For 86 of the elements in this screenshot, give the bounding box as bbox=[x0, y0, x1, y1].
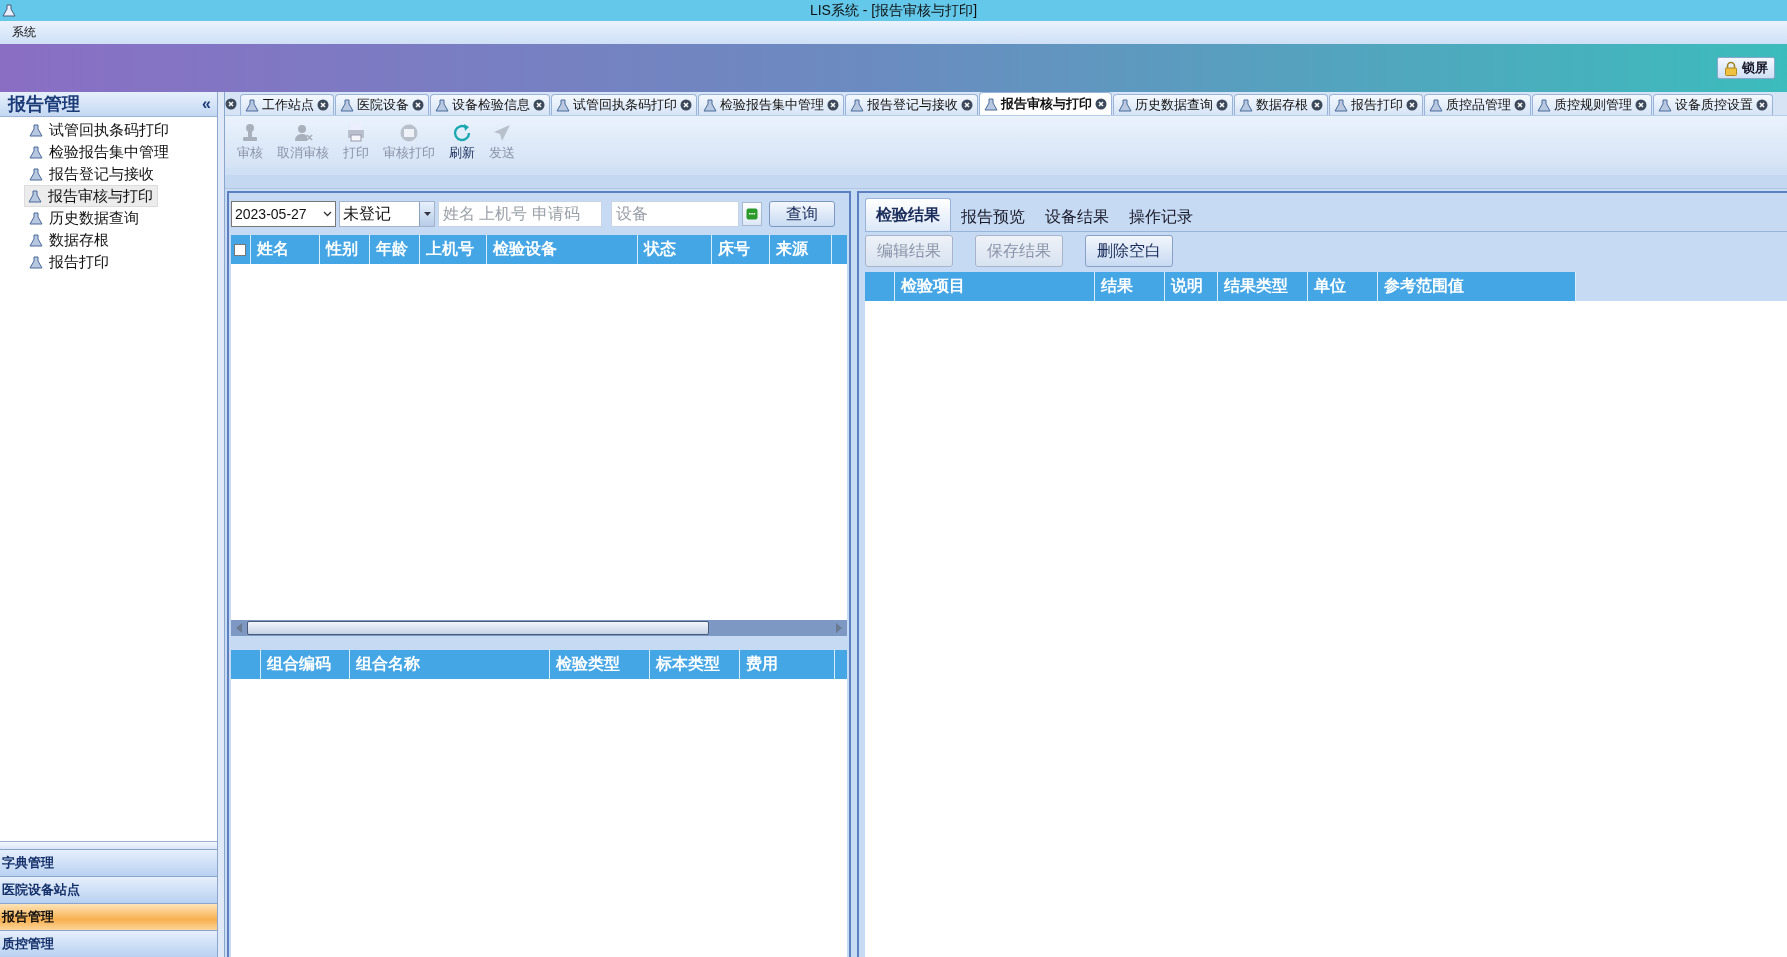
tree-item[interactable]: 报告审核与打印 bbox=[24, 185, 158, 207]
tree-item[interactable]: 报告打印 bbox=[28, 251, 114, 273]
close-icon[interactable] bbox=[533, 99, 545, 111]
close-icon[interactable] bbox=[1635, 99, 1647, 111]
flask-icon bbox=[245, 98, 259, 112]
tree-item[interactable]: 数据存根 bbox=[28, 229, 114, 251]
flask-icon bbox=[1429, 98, 1443, 112]
close-icon[interactable] bbox=[225, 97, 237, 110]
close-icon[interactable] bbox=[827, 99, 839, 111]
seal-icon bbox=[398, 122, 420, 144]
tab[interactable]: 设备结果 bbox=[1035, 203, 1119, 231]
tab[interactable]: 试管回执条码打印 bbox=[551, 94, 697, 115]
flask-icon bbox=[435, 98, 449, 112]
section-header[interactable]: 质控管理 bbox=[0, 930, 217, 957]
tab[interactable]: 质控规则管理 bbox=[1532, 94, 1652, 115]
device-field[interactable]: 设备 bbox=[611, 201, 739, 227]
window-title: LIS系统 - [报告审核与打印] bbox=[809, 1, 978, 20]
section-header[interactable]: 报告管理 bbox=[0, 903, 217, 930]
lock-screen-button[interactable]: 锁屏 bbox=[1717, 57, 1775, 79]
select-all-checkbox[interactable] bbox=[234, 243, 246, 256]
close-icon[interactable] bbox=[680, 99, 692, 111]
padlock-icon bbox=[1724, 60, 1738, 76]
collapse-button[interactable]: « bbox=[202, 95, 211, 113]
grid-icon bbox=[746, 208, 758, 220]
close-icon[interactable] bbox=[1311, 99, 1323, 111]
tab[interactable]: 医院设备 bbox=[335, 94, 429, 115]
close-icon[interactable] bbox=[1095, 98, 1107, 110]
tab[interactable]: 报告预览 bbox=[951, 203, 1035, 231]
section-header[interactable]: 字典管理 bbox=[0, 849, 217, 876]
flask-icon bbox=[29, 233, 43, 247]
close-icon[interactable] bbox=[412, 99, 424, 111]
menu-item[interactable]: 系统 bbox=[12, 24, 36, 41]
flask-icon bbox=[29, 255, 43, 269]
tool-button[interactable]: 刷新 bbox=[445, 122, 479, 162]
flask-icon bbox=[340, 98, 354, 112]
tab[interactable]: 报告审核与打印 bbox=[979, 92, 1112, 115]
flask-icon bbox=[29, 145, 43, 159]
splitter-handle[interactable] bbox=[0, 841, 217, 849]
flask-icon bbox=[556, 98, 570, 112]
close-icon[interactable] bbox=[961, 99, 973, 111]
tab[interactable]: 报告登记与接收 bbox=[845, 94, 978, 115]
flask-icon bbox=[1537, 98, 1551, 112]
tree-item[interactable]: 检验报告集中管理 bbox=[28, 141, 174, 163]
flask-icon bbox=[1239, 98, 1253, 112]
tab[interactable]: 数据存根 bbox=[1234, 94, 1328, 115]
tab[interactable]: 报告打印 bbox=[1329, 94, 1423, 115]
flask-icon bbox=[29, 211, 43, 225]
tab[interactable]: 设备质控设置 bbox=[1653, 94, 1773, 115]
action-button[interactable]: 删除空白 bbox=[1085, 235, 1173, 267]
printer-icon bbox=[345, 122, 367, 144]
tab[interactable]: 质控品管理 bbox=[1424, 94, 1531, 115]
close-icon[interactable] bbox=[1406, 99, 1418, 111]
search-field[interactable]: 姓名 上机号 申请码 bbox=[438, 201, 602, 227]
refresh-icon bbox=[451, 122, 473, 144]
tree-item[interactable]: 试管回执条码打印 bbox=[28, 119, 174, 141]
triangle-down-icon bbox=[423, 212, 431, 216]
flask-icon bbox=[703, 98, 717, 112]
query-button[interactable]: 查询 bbox=[769, 201, 835, 227]
tree-item[interactable]: 历史数据查询 bbox=[28, 207, 144, 229]
close-icon[interactable] bbox=[317, 99, 329, 111]
picker-button[interactable] bbox=[742, 202, 762, 226]
sidebar-title: 报告管理 bbox=[8, 93, 80, 116]
flask-icon bbox=[29, 167, 43, 181]
status-select[interactable]: 未登记 bbox=[339, 201, 435, 227]
tab[interactable]: 操作记录 bbox=[1119, 203, 1203, 231]
flask-icon bbox=[1118, 98, 1132, 112]
flask-icon bbox=[1658, 98, 1672, 112]
section-header[interactable]: 医院设备站点 bbox=[0, 876, 217, 903]
tree-item[interactable]: 报告登记与接收 bbox=[28, 163, 159, 185]
flask-icon bbox=[850, 98, 864, 112]
chevron-down-icon bbox=[323, 211, 332, 217]
flask-icon bbox=[28, 189, 42, 203]
tab[interactable]: 检验报告集中管理 bbox=[698, 94, 844, 115]
tab[interactable]: 历史数据查询 bbox=[1113, 94, 1233, 115]
tab[interactable]: 工作站点 bbox=[240, 94, 334, 115]
date-select[interactable]: 2023-05-27 bbox=[231, 201, 336, 227]
user-icon bbox=[292, 122, 314, 144]
flask-icon bbox=[29, 123, 43, 137]
flask-icon bbox=[2, 3, 16, 18]
flask-icon bbox=[984, 97, 998, 111]
close-icon[interactable] bbox=[1756, 99, 1768, 111]
tab[interactable]: 设备检验信息 bbox=[430, 94, 550, 115]
tab[interactable]: 检验结果 bbox=[865, 198, 951, 231]
close-icon[interactable] bbox=[1216, 99, 1228, 111]
close-icon[interactable] bbox=[1514, 99, 1526, 111]
flask-icon bbox=[1334, 98, 1348, 112]
